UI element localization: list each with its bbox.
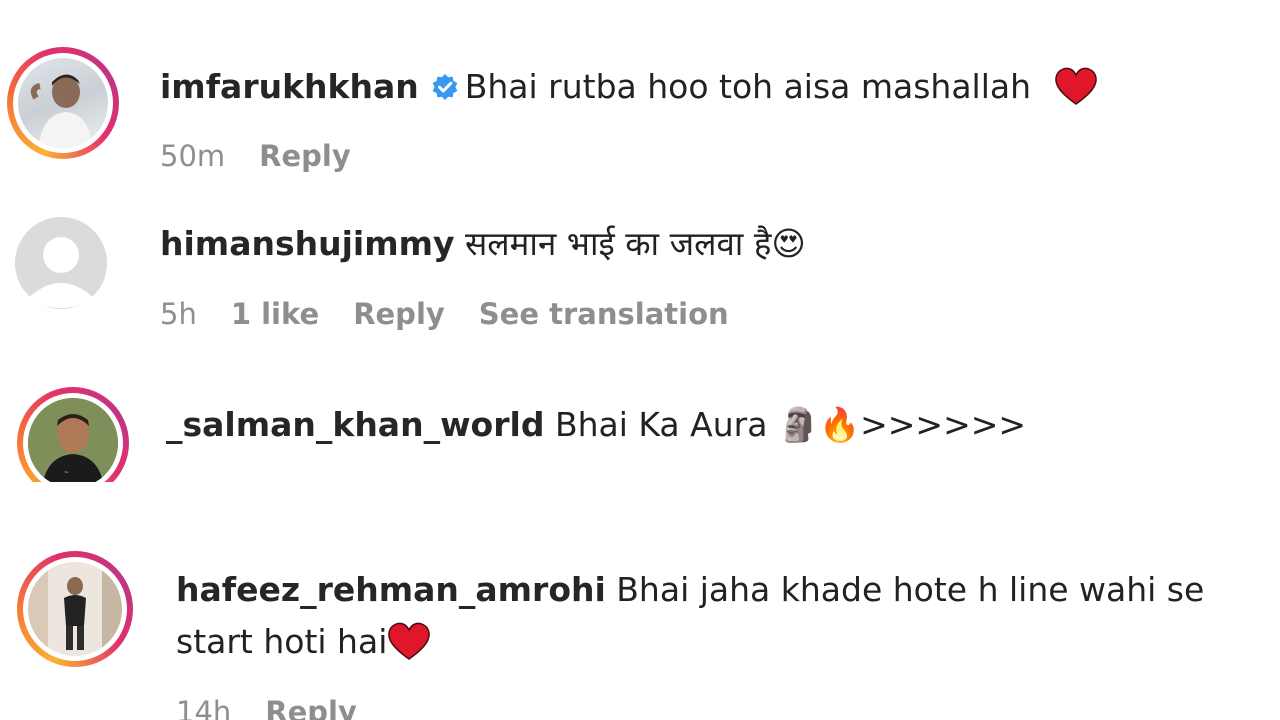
comment-body: Bhai Ka Aura (554, 405, 768, 444)
comment-body: सलमान भाई का जलवा है (465, 224, 772, 263)
avatar[interactable] (15, 217, 107, 309)
comment-body: start hoti hai (176, 622, 388, 661)
comment-time: 50m (160, 139, 226, 173)
comment-time: 14h (176, 695, 232, 720)
comment-text: himanshujimmy सलमान भाई का जलवा है😍 (160, 218, 806, 270)
comments-list: imfarukhkhan Bhai rutba hoo toh aisa mash… (0, 0, 1280, 720)
verified-badge-icon (432, 74, 458, 100)
moai-fire-emoji-icon: 🗿🔥 (777, 405, 861, 444)
red-heart-icon (388, 622, 431, 660)
reply-button[interactable]: Reply (353, 297, 445, 331)
avatar[interactable] (17, 551, 133, 667)
comment-meta: 50m Reply (160, 138, 385, 174)
comment-meta: 14h Reply (176, 694, 391, 720)
comment-body: Bhai rutba hoo toh aisa mashallah (464, 67, 1032, 106)
comment-text: hafeez_rehman_amrohi Bhai jaha khade hot… (176, 564, 1204, 616)
comment-body: Bhai jaha khade hote h line wahi se (616, 570, 1205, 609)
comment-username[interactable]: hafeez_rehman_amrohi (176, 570, 606, 609)
comment-time: 5h (160, 297, 197, 331)
default-avatar-icon (15, 217, 107, 309)
see-translation-button[interactable]: See translation (479, 297, 729, 331)
heart-eyes-emoji-icon: 😍 (771, 224, 806, 263)
comment-username[interactable]: himanshujimmy (160, 224, 455, 263)
reply-button[interactable]: Reply (259, 139, 351, 173)
comment-username[interactable]: _salman_khan_world (166, 405, 544, 444)
comment-text: _salman_khan_world Bhai Ka Aura 🗿🔥>>>>>> (166, 399, 1026, 451)
divider (0, 482, 1280, 522)
comment-suffix: >>>>>> (860, 405, 1027, 444)
comment-text: imfarukhkhan Bhai rutba hoo toh aisa mash… (160, 61, 1098, 113)
red-heart-icon (1054, 67, 1097, 105)
comment-username[interactable]: imfarukhkhan (160, 67, 419, 106)
avatar[interactable] (7, 47, 119, 159)
like-count[interactable]: 1 like (231, 297, 319, 331)
svg-text:~: ~ (64, 469, 69, 476)
comment-meta: 5h 1 like Reply See translation (160, 296, 763, 332)
reply-button[interactable]: Reply (265, 695, 357, 720)
comment-text-continued: start hoti hai (176, 616, 431, 668)
